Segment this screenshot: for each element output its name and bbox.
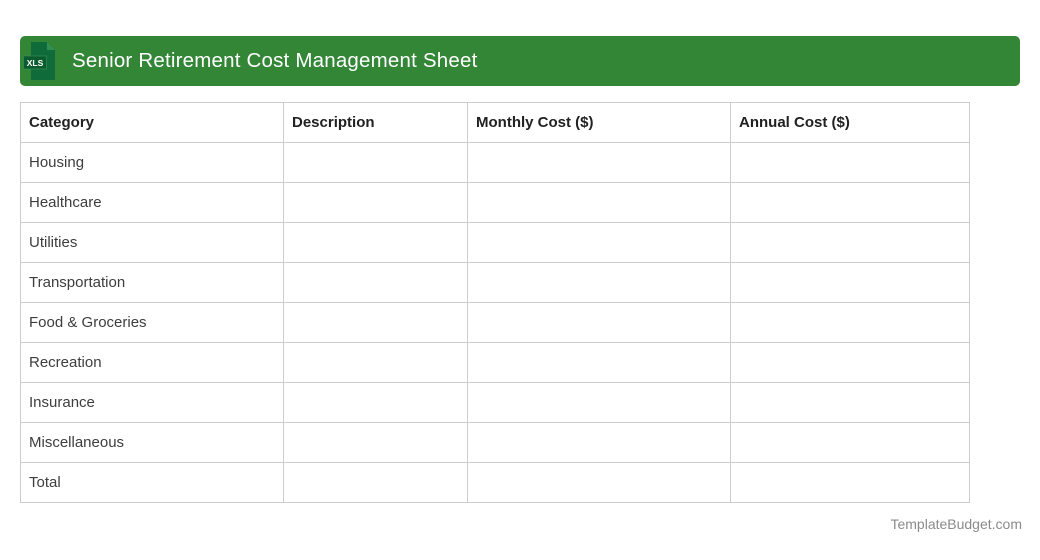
monthly-cost-cell <box>467 142 731 183</box>
table-row: Utilities <box>20 222 970 263</box>
monthly-cost-cell <box>467 222 731 263</box>
annual-cost-cell <box>730 302 970 343</box>
category-cell: Healthcare <box>20 182 284 223</box>
monthly-cost-cell <box>467 182 731 223</box>
cost-table: Category Description Monthly Cost ($) An… <box>20 102 970 503</box>
description-cell <box>283 222 468 263</box>
monthly-cost-cell <box>467 262 731 303</box>
cost-table-body: Housing Healthcare Utilities Transportation… <box>20 142 970 503</box>
monthly-cost-cell <box>467 462 731 503</box>
monthly-cost-cell <box>467 342 731 383</box>
annual-cost-cell <box>730 422 970 463</box>
monthly-cost-cell <box>467 382 731 423</box>
annual-cost-cell <box>730 462 970 503</box>
category-cell: Total <box>20 462 284 503</box>
description-cell <box>283 382 468 423</box>
table-row: Transportation <box>20 262 970 303</box>
category-cell: Miscellaneous <box>20 422 284 463</box>
column-header-monthly-cost: Monthly Cost ($) <box>467 102 731 143</box>
table-row: Housing <box>20 142 970 183</box>
category-cell: Recreation <box>20 342 284 383</box>
description-cell <box>283 142 468 183</box>
description-cell <box>283 182 468 223</box>
column-header-category: Category <box>20 102 284 143</box>
description-cell <box>283 342 468 383</box>
annual-cost-cell <box>730 262 970 303</box>
category-cell: Food & Groceries <box>20 302 284 343</box>
description-cell <box>283 462 468 503</box>
table-row: Insurance <box>20 382 970 423</box>
category-cell: Transportation <box>20 262 284 303</box>
table-row: Total <box>20 462 970 503</box>
column-header-description: Description <box>283 102 468 143</box>
page-title: Senior Retirement Cost Management Sheet <box>72 49 478 72</box>
title-bar: XLS Senior Retirement Cost Management Sh… <box>20 36 1020 86</box>
file-badge-label: XLS <box>27 58 44 68</box>
annual-cost-cell <box>730 182 970 223</box>
annual-cost-cell <box>730 382 970 423</box>
xls-file-icon: XLS <box>23 42 55 80</box>
table-row: Food & Groceries <box>20 302 970 343</box>
category-cell: Utilities <box>20 222 284 263</box>
file-fold-corner <box>47 42 55 50</box>
category-cell: Insurance <box>20 382 284 423</box>
monthly-cost-cell <box>467 302 731 343</box>
page: XLS Senior Retirement Cost Management Sh… <box>0 0 1040 560</box>
annual-cost-cell <box>730 342 970 383</box>
table-row: Recreation <box>20 342 970 383</box>
description-cell <box>283 422 468 463</box>
table-header: Category Description Monthly Cost ($) An… <box>20 102 970 143</box>
watermark: TemplateBudget.com <box>890 516 1022 532</box>
description-cell <box>283 302 468 343</box>
table-row: Miscellaneous <box>20 422 970 463</box>
description-cell <box>283 262 468 303</box>
table-row: Healthcare <box>20 182 970 223</box>
annual-cost-cell <box>730 222 970 263</box>
category-cell: Housing <box>20 142 284 183</box>
header-row: Category Description Monthly Cost ($) An… <box>20 102 970 143</box>
annual-cost-cell <box>730 142 970 183</box>
monthly-cost-cell <box>467 422 731 463</box>
column-header-annual-cost: Annual Cost ($) <box>730 102 970 143</box>
